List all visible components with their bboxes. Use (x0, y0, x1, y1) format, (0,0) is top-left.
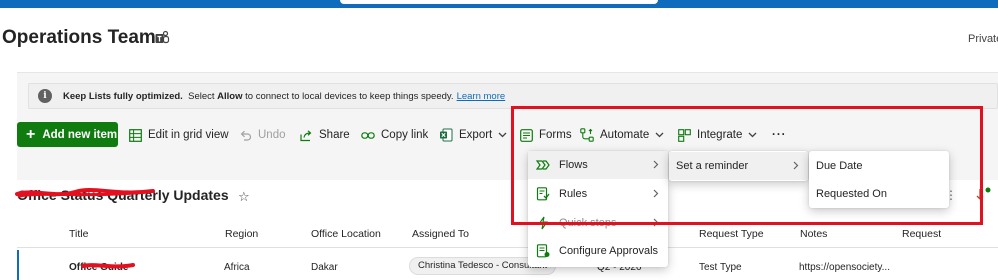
menu-item-rules-label: Rules (559, 188, 588, 200)
column-header-notes[interactable]: Notes (800, 228, 827, 240)
flows-submenu: Set a reminder (669, 151, 808, 181)
menu-item-due-date[interactable]: Due Date (809, 152, 949, 180)
column-header-title[interactable]: Title (69, 228, 88, 240)
menu-item-rules[interactable]: Rules (528, 180, 668, 208)
menu-item-flows-label: Flows (559, 159, 588, 171)
undo-button[interactable]: Undo (239, 122, 286, 148)
optimization-banner: i Keep Lists fully optimized. Select All… (28, 83, 998, 109)
integrate-label: Integrate (697, 129, 743, 141)
redaction-scribble-icon (15, 188, 155, 198)
chevron-down-icon (655, 132, 664, 138)
edit-grid-view-label: Edit in grid view (148, 129, 229, 141)
banner-allow-text: Allow (217, 91, 243, 102)
copy-link-button[interactable]: Copy link (361, 122, 428, 148)
row-region: Africa (224, 262, 250, 273)
menu-item-set-a-reminder-label: Set a reminder (676, 160, 749, 172)
menu-item-configure-approvals[interactable]: Configure Approvals (528, 237, 668, 265)
automate-menu: Flows Rules Quick steps Configure Approv… (528, 151, 668, 267)
quick-steps-icon (537, 216, 549, 230)
chevron-right-icon (653, 218, 659, 227)
edit-grid-view-button[interactable]: Edit in grid view (129, 122, 229, 148)
address-bar[interactable] (340, 0, 658, 4)
banner-text-post: to connect to local devices to keep thin… (245, 91, 454, 102)
column-headers: Title Region Office Location Assigned To… (17, 218, 998, 248)
column-header-office-location[interactable]: Office Location (311, 228, 381, 240)
banner-bold-text: Keep Lists fully optimized. (63, 91, 183, 102)
undo-label: Undo (258, 129, 286, 141)
automate-label: Automate (600, 129, 650, 141)
menu-item-configure-approvals-label: Configure Approvals (559, 245, 659, 257)
menu-item-flows[interactable]: Flows (528, 151, 668, 179)
column-header-request-type[interactable]: Request Type (699, 228, 764, 240)
menu-item-requested-on[interactable]: Requested On (809, 180, 949, 208)
share-button[interactable]: Share (300, 122, 350, 148)
chevron-right-icon (653, 160, 659, 169)
menu-item-quick-steps-label: Quick steps (559, 217, 617, 229)
add-new-item-button[interactable]: + Add new item (17, 122, 118, 147)
banner-text-pre: Select (188, 91, 215, 102)
learn-more-link[interactable]: Learn more (457, 91, 506, 102)
integrate-icon (678, 128, 691, 142)
chevron-right-icon (793, 161, 799, 170)
column-header-region[interactable]: Region (225, 228, 258, 240)
row-notes[interactable]: https://opensociety... (799, 262, 890, 273)
menu-item-set-a-reminder[interactable]: Set a reminder (669, 152, 808, 180)
chevron-down-icon (748, 132, 757, 138)
share-label: Share (319, 129, 350, 141)
grid-icon (129, 128, 142, 142)
approvals-icon (536, 244, 550, 258)
row-office-location: Dakar (311, 262, 338, 273)
column-header-assigned-to[interactable]: Assigned To (412, 228, 469, 240)
forms-icon (520, 128, 533, 142)
site-title[interactable]: Operations Team (2, 27, 156, 49)
link-icon (361, 131, 375, 139)
automate-icon (580, 128, 594, 142)
column-header-request[interactable]: Request (902, 228, 941, 240)
forms-button[interactable]: Forms (520, 122, 572, 148)
excel-icon (440, 128, 453, 142)
banner-message: Keep Lists fully optimized. Select Allow… (63, 91, 505, 102)
sort-download-icon[interactable] (974, 186, 998, 204)
share-icon (300, 129, 312, 141)
more-options-button[interactable]: ··· (772, 122, 787, 148)
privacy-label: Private (968, 33, 998, 45)
plus-icon: + (26, 125, 36, 143)
teams-icon[interactable] (154, 30, 170, 46)
chevron-right-icon (653, 189, 659, 198)
redaction-scribble-icon (81, 263, 135, 269)
add-new-item-label: Add new item (42, 128, 118, 141)
automate-button[interactable]: Automate (580, 122, 664, 148)
favorite-star-icon[interactable]: ☆ (238, 189, 250, 205)
flow-icon (536, 160, 550, 170)
table-row[interactable]: Office Guide Africa Dakar Christina Tede… (17, 250, 998, 280)
browser-top-bar (0, 0, 998, 8)
chevron-down-icon (498, 132, 507, 138)
rules-icon (536, 187, 550, 201)
forms-label: Forms (539, 129, 572, 141)
copy-link-label: Copy link (381, 129, 429, 141)
info-icon: i (38, 89, 52, 103)
undo-icon (240, 130, 252, 141)
menu-item-quick-steps[interactable]: Quick steps (528, 209, 668, 237)
integrate-button[interactable]: Integrate (678, 122, 757, 148)
row-request-type: Test Type (699, 262, 742, 273)
reminder-submenu: Due Date Requested On (809, 151, 949, 208)
export-button[interactable]: Export (439, 122, 507, 148)
export-label: Export (459, 129, 493, 141)
